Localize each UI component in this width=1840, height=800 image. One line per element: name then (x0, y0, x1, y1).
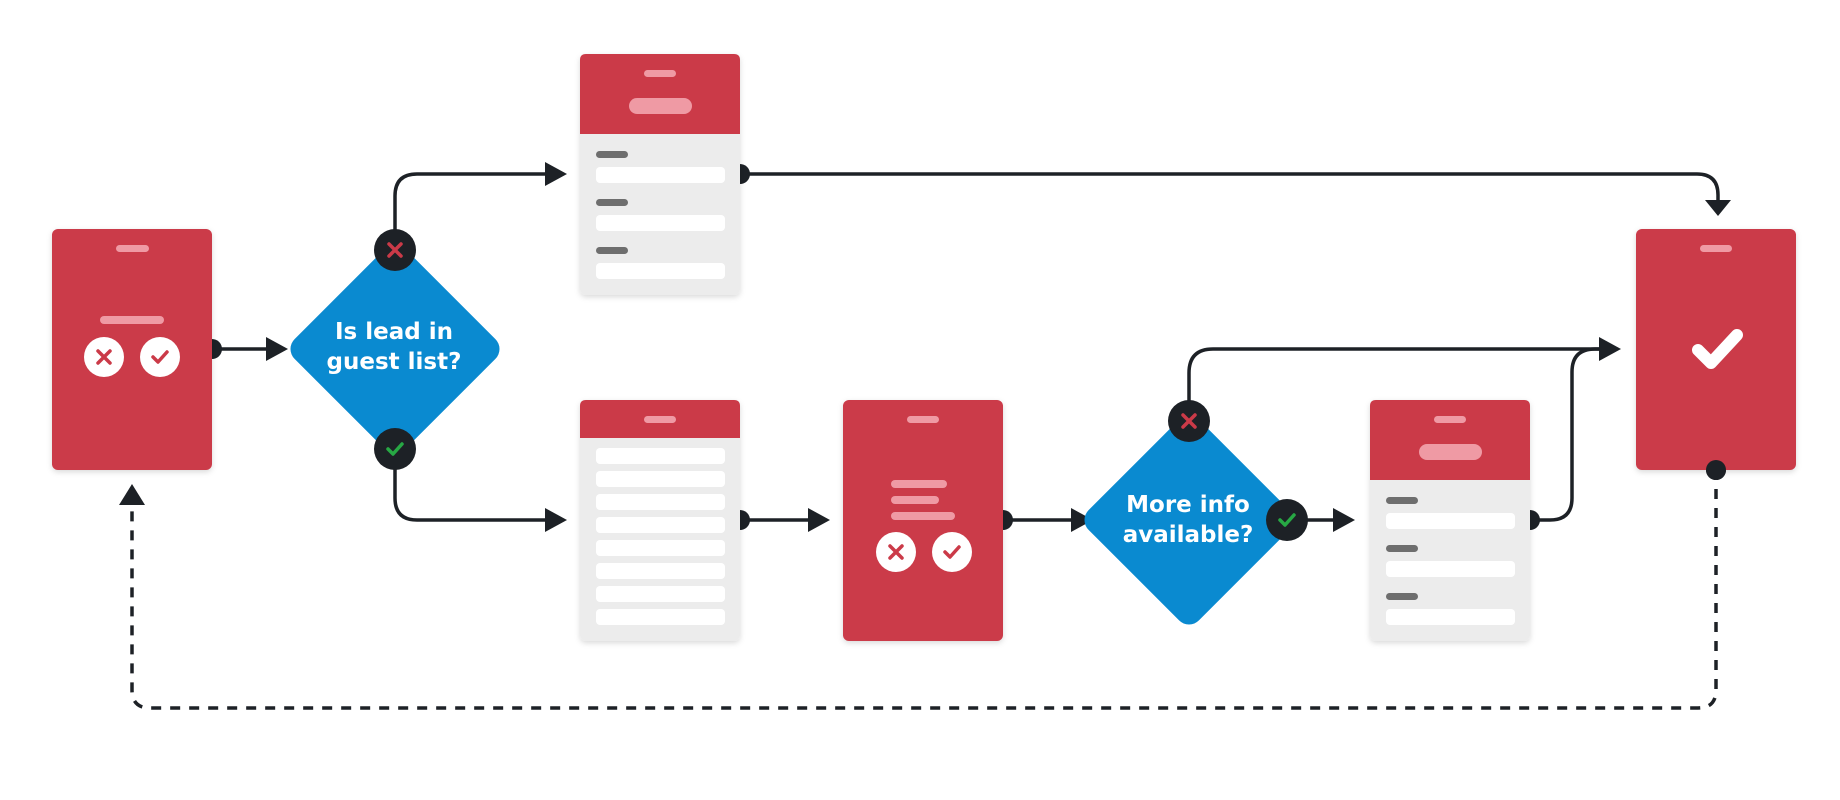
arrowhead-right (545, 162, 567, 186)
arrowhead-right (545, 508, 567, 532)
speaker-bar (644, 416, 676, 423)
lead-no-badge (374, 229, 416, 271)
arrowhead-right (808, 508, 830, 532)
reject-button[interactable] (84, 337, 124, 377)
form-field (1386, 609, 1515, 625)
flow-diagram: Is lead in guest list? More info availab… (52, 54, 1796, 710)
list-item (596, 540, 725, 556)
list-item (596, 494, 725, 510)
field-label-bar (1386, 593, 1418, 600)
lead-yes-badge (374, 428, 416, 470)
arrowhead-right (266, 337, 288, 361)
text-line (891, 480, 947, 488)
lead-detail-card (843, 400, 1003, 641)
header-pill (1419, 444, 1482, 460)
info-check-label-line2: available? (1123, 522, 1254, 548)
connector-lead-yes-to-list (393, 449, 548, 522)
accept-button[interactable] (932, 532, 972, 572)
form-field (1386, 561, 1515, 577)
list-item (596, 448, 725, 464)
arrowhead-down (1705, 200, 1731, 216)
list-item (596, 586, 725, 602)
connector-lead-no-to-form (393, 172, 548, 250)
guest-list-card (580, 400, 740, 641)
header-pill (629, 98, 692, 114)
field-label-bar (596, 199, 628, 206)
form-field (596, 263, 725, 279)
field-label-bar (596, 247, 628, 254)
lead-check-label-line1: Is lead in (335, 319, 453, 345)
form-field (1386, 513, 1515, 529)
info-check-label-line1: More info (1126, 492, 1250, 518)
info-form-card (1370, 400, 1530, 641)
connector-form-to-success (740, 172, 1720, 202)
lead-check-label-line2: guest list? (327, 349, 462, 375)
info-yes-badge (1266, 499, 1308, 541)
reject-button[interactable] (876, 532, 916, 572)
speaker-bar (1700, 245, 1732, 252)
arrowhead-up (119, 484, 145, 505)
list-item (596, 471, 725, 487)
list-item (596, 517, 725, 533)
text-line (891, 496, 939, 504)
prompt-bar (100, 316, 164, 324)
form-field (596, 167, 725, 183)
arrowhead-right (1333, 508, 1355, 532)
lead-form-card (580, 54, 740, 295)
arrowhead-right (1599, 337, 1621, 361)
lead-check-diamond: Is lead in guest list? (290, 244, 500, 454)
start-screen-card (52, 229, 212, 470)
speaker-bar (1434, 416, 1466, 423)
info-no-badge (1168, 400, 1210, 442)
field-label-bar (1386, 545, 1418, 552)
list-item (596, 609, 725, 625)
connector-info-form-to-success (1530, 347, 1602, 522)
field-label-bar (1386, 497, 1418, 504)
form-field (596, 215, 725, 231)
text-line (891, 512, 955, 520)
list-item (596, 563, 725, 579)
speaker-bar (907, 416, 939, 423)
speaker-bar (644, 70, 676, 77)
field-label-bar (596, 151, 628, 158)
accept-button[interactable] (140, 337, 180, 377)
speaker-bar (116, 245, 149, 252)
connector-dot (1706, 460, 1726, 480)
